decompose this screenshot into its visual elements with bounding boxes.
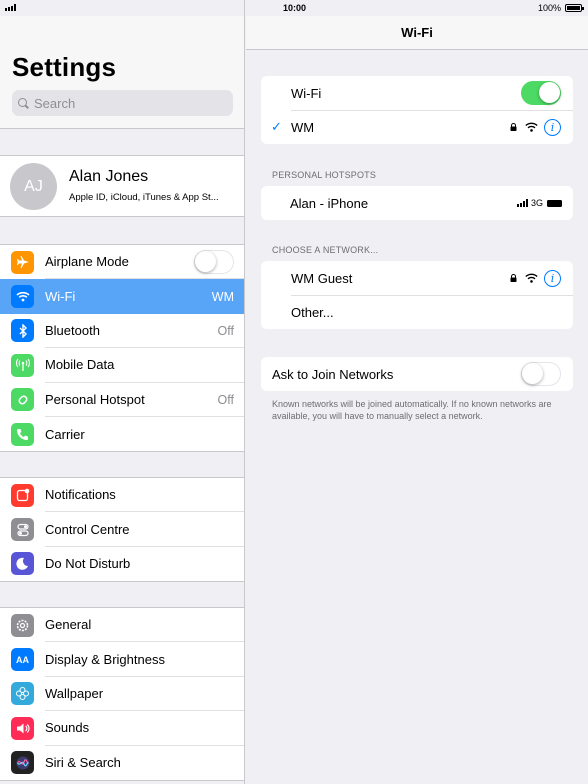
notifications-group: Notifications Control Centre Do Not Dist…	[0, 477, 244, 583]
sidebar-item-personal-hotspot[interactable]: Personal Hotspot Off	[0, 383, 244, 417]
networks-card: WM Guest i Other...	[261, 261, 573, 329]
speaker-icon	[11, 716, 34, 740]
sidebar-item-airplane-mode[interactable]: Airplane Mode	[0, 245, 244, 280]
network-row-wm-guest[interactable]: WM Guest i	[261, 261, 573, 295]
sidebar-item-label: Do Not Disturb	[45, 556, 131, 572]
sidebar-item-label: Display & Brightness	[45, 651, 165, 667]
info-icon[interactable]: i	[544, 269, 561, 287]
sidebar-item-label: Carrier	[45, 426, 85, 442]
cellular-signal-icon	[517, 199, 528, 207]
search-icon	[18, 97, 29, 109]
wifi-toggle-row: Wi-Fi	[261, 76, 573, 110]
wifi-label: Wi-Fi	[291, 85, 322, 101]
sidebar-item-label: Airplane Mode	[45, 254, 129, 270]
choose-network-header: CHOOSE A NETWORK...	[272, 245, 379, 255]
moon-icon	[11, 552, 34, 576]
settings-sidebar: Settings Search AJ Alan Jones Apple ID, …	[0, 0, 245, 784]
profile-subtitle: Apple ID, iCloud, iTunes & App St...	[69, 192, 219, 203]
sidebar-item-wifi[interactable]: Wi-Fi WM	[0, 279, 244, 314]
profile-name: Alan Jones	[69, 168, 149, 185]
sidebar-item-label: Wallpaper	[45, 685, 104, 701]
battery-icon	[547, 199, 562, 207]
sidebar-item-mobile-data[interactable]: Mobile Data	[0, 348, 244, 383]
battery-percentage: 100%	[538, 3, 562, 13]
antenna-icon	[11, 353, 34, 377]
wifi-icon	[11, 285, 34, 309]
wifi-signal-icon	[525, 122, 538, 132]
search-placeholder: Search	[34, 95, 76, 111]
hotspot-row[interactable]: Alan - iPhone 3G	[261, 186, 573, 220]
sidebar-item-sounds[interactable]: Sounds	[0, 711, 244, 746]
connected-network-name: WM	[291, 119, 315, 135]
phone-icon	[11, 422, 34, 446]
sidebar-item-label: Siri & Search	[45, 755, 121, 771]
page-title: Settings	[12, 52, 117, 82]
lock-icon	[510, 274, 517, 282]
lock-icon	[510, 123, 517, 131]
gear-icon	[11, 613, 34, 637]
battery-icon	[565, 4, 584, 12]
general-group: General AA Display & Brightness Wallpape…	[0, 607, 244, 781]
sidebar-item-label: Sounds	[45, 720, 90, 736]
sidebar-item-value: WM	[211, 289, 234, 304]
wifi-signal-icon	[525, 273, 538, 283]
sidebar-item-label: Mobile Data	[45, 357, 115, 373]
bluetooth-icon	[11, 319, 34, 343]
hotspots-card: Alan - iPhone 3G	[261, 186, 573, 220]
sidebar-item-label: Personal Hotspot	[45, 391, 145, 407]
ask-to-join-row: Ask to Join Networks	[261, 357, 573, 391]
sidebar-item-notifications[interactable]: Notifications	[0, 478, 244, 513]
sidebar-item-label: Bluetooth	[45, 322, 100, 338]
network-row-other[interactable]: Other...	[261, 295, 573, 329]
ask-to-join-footer: Known networks will be joined automatica…	[272, 399, 552, 421]
signal-icon	[5, 4, 16, 11]
detail-title: Wi-Fi	[401, 25, 433, 40]
sidebar-item-label: Wi-Fi	[45, 288, 76, 304]
sidebar-item-bluetooth[interactable]: Bluetooth Off	[0, 314, 244, 349]
network-name: Other...	[291, 304, 334, 320]
connected-network-row[interactable]: ✓ WM i	[261, 110, 573, 144]
apple-id-profile[interactable]: AJ Alan Jones Apple ID, iCloud, iTunes &…	[0, 155, 244, 217]
ask-to-join-label: Ask to Join Networks	[272, 366, 394, 382]
sidebar-item-carrier[interactable]: Carrier	[0, 417, 244, 451]
notifications-icon	[11, 483, 34, 507]
status-bar: 10:00 100%	[0, 0, 588, 16]
sidebar-item-value: Off	[217, 392, 234, 407]
control-centre-icon	[11, 518, 34, 542]
hotspot-icon	[11, 388, 34, 412]
hotspot-name: Alan - iPhone	[290, 195, 369, 211]
avatar: AJ	[10, 163, 57, 210]
search-input[interactable]: Search	[12, 90, 233, 116]
sidebar-item-general[interactable]: General	[0, 608, 244, 643]
connectivity-group: Airplane Mode Wi-Fi WM Bluetooth Off Mob…	[0, 244, 244, 453]
sidebar-item-wallpaper[interactable]: Wallpaper	[0, 677, 244, 712]
sidebar-item-label: Notifications	[45, 487, 116, 503]
sidebar-item-siri-search[interactable]: Siri & Search	[0, 746, 244, 780]
sidebar-item-value: Off	[217, 323, 234, 338]
detail-nav-bar: Wi-Fi	[246, 16, 588, 50]
flower-icon	[11, 682, 34, 706]
ask-to-join-toggle[interactable]	[521, 362, 561, 386]
network-type: 3G	[530, 198, 543, 208]
airplane-mode-toggle[interactable]	[194, 250, 234, 275]
airplane-icon	[11, 250, 34, 274]
status-time: 10:00	[283, 3, 307, 13]
info-icon[interactable]: i	[544, 118, 561, 136]
display-icon: AA	[11, 648, 34, 672]
sidebar-item-do-not-disturb[interactable]: Do Not Disturb	[0, 547, 244, 581]
sidebar-item-label: General	[45, 617, 92, 633]
sidebar-item-control-centre[interactable]: Control Centre	[0, 512, 244, 547]
wifi-card: Wi-Fi ✓ WM i	[261, 76, 573, 144]
wifi-detail-pane: Wi-Fi Wi-Fi ✓ WM i PERSONAL HOTSPOTS Ala…	[246, 0, 588, 784]
wifi-toggle[interactable]	[521, 81, 561, 105]
sidebar-item-display-brightness[interactable]: AA Display & Brightness	[0, 642, 244, 677]
personal-hotspots-header: PERSONAL HOTSPOTS	[272, 170, 377, 180]
checkmark-icon: ✓	[271, 119, 282, 134]
network-name: WM Guest	[291, 270, 353, 286]
ask-to-join-card: Ask to Join Networks	[261, 357, 573, 391]
sidebar-item-label: Control Centre	[45, 521, 130, 537]
sidebar-header: Settings Search	[0, 16, 244, 129]
siri-icon	[11, 751, 34, 775]
